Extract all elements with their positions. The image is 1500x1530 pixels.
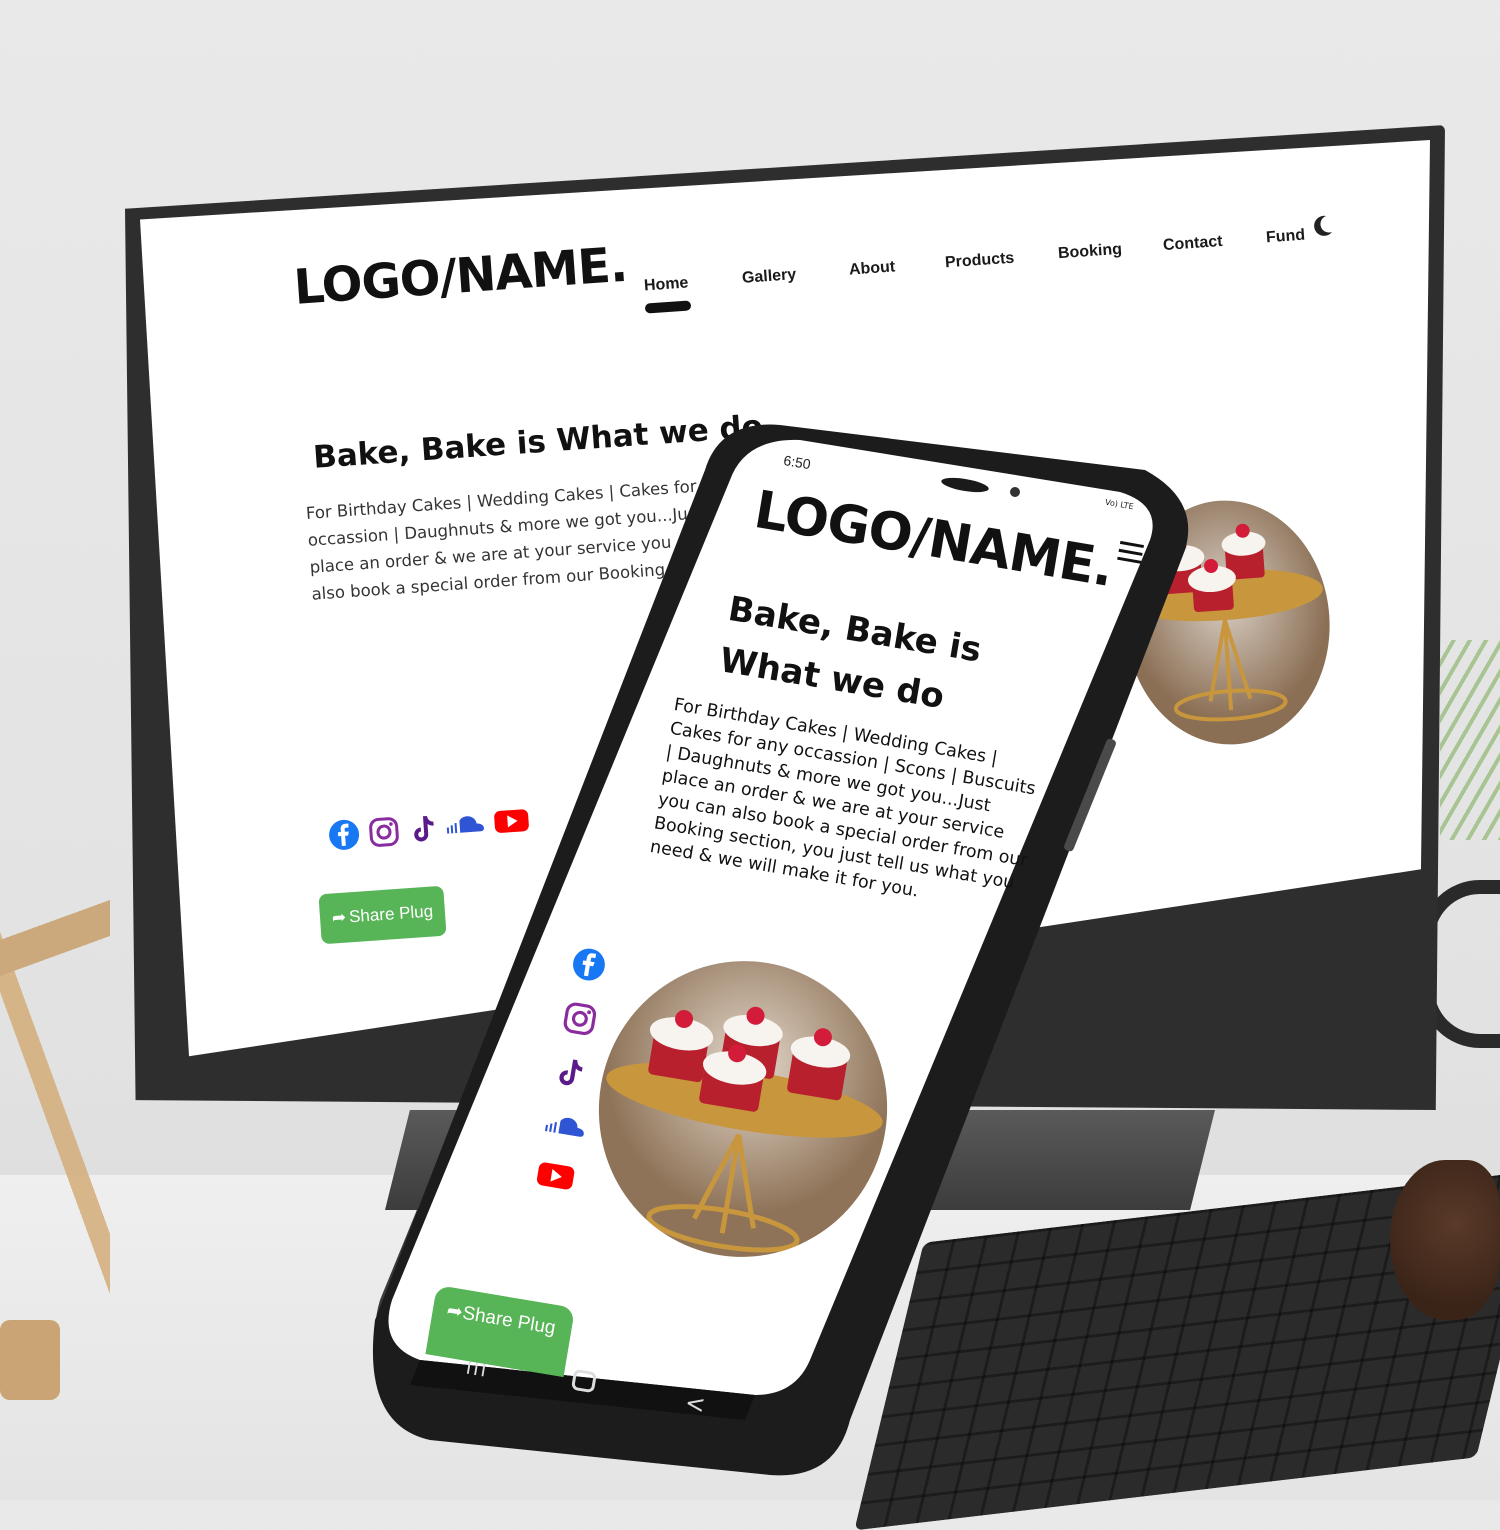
desktop-share-button[interactable]: ➦ Share Plug: [318, 885, 447, 945]
tiktok-icon[interactable]: [407, 812, 439, 846]
nav-home[interactable]: Home: [643, 274, 689, 295]
share-arrow-icon: ➦: [331, 907, 347, 928]
nav-gallery[interactable]: Gallery: [741, 266, 796, 288]
desktop-cupcake-image: [1117, 493, 1339, 752]
desktop-share-label: Share Plug: [348, 901, 434, 927]
instagram-icon[interactable]: [560, 999, 607, 1039]
soundcloud-icon[interactable]: [445, 809, 487, 844]
moon-icon[interactable]: [1312, 214, 1334, 243]
nav-fund[interactable]: Fund: [1265, 227, 1305, 248]
soundcloud-icon[interactable]: [543, 1108, 589, 1145]
phone-share-label: Share Plug: [460, 1302, 558, 1339]
instagram-icon[interactable]: [367, 815, 401, 849]
wooden-figure: [0, 820, 110, 1380]
hand: [1390, 1160, 1500, 1320]
plant: [1440, 640, 1500, 840]
facebook-icon[interactable]: [327, 818, 361, 852]
nav-about[interactable]: About: [848, 258, 895, 279]
phone-cupcake-image: [575, 938, 910, 1280]
tiktok-icon[interactable]: [551, 1053, 598, 1093]
youtube-icon[interactable]: [493, 806, 531, 840]
hamburger-menu-icon[interactable]: [1116, 539, 1147, 572]
wooden-figure-foot: [0, 1320, 60, 1400]
facebook-icon[interactable]: [569, 945, 616, 985]
